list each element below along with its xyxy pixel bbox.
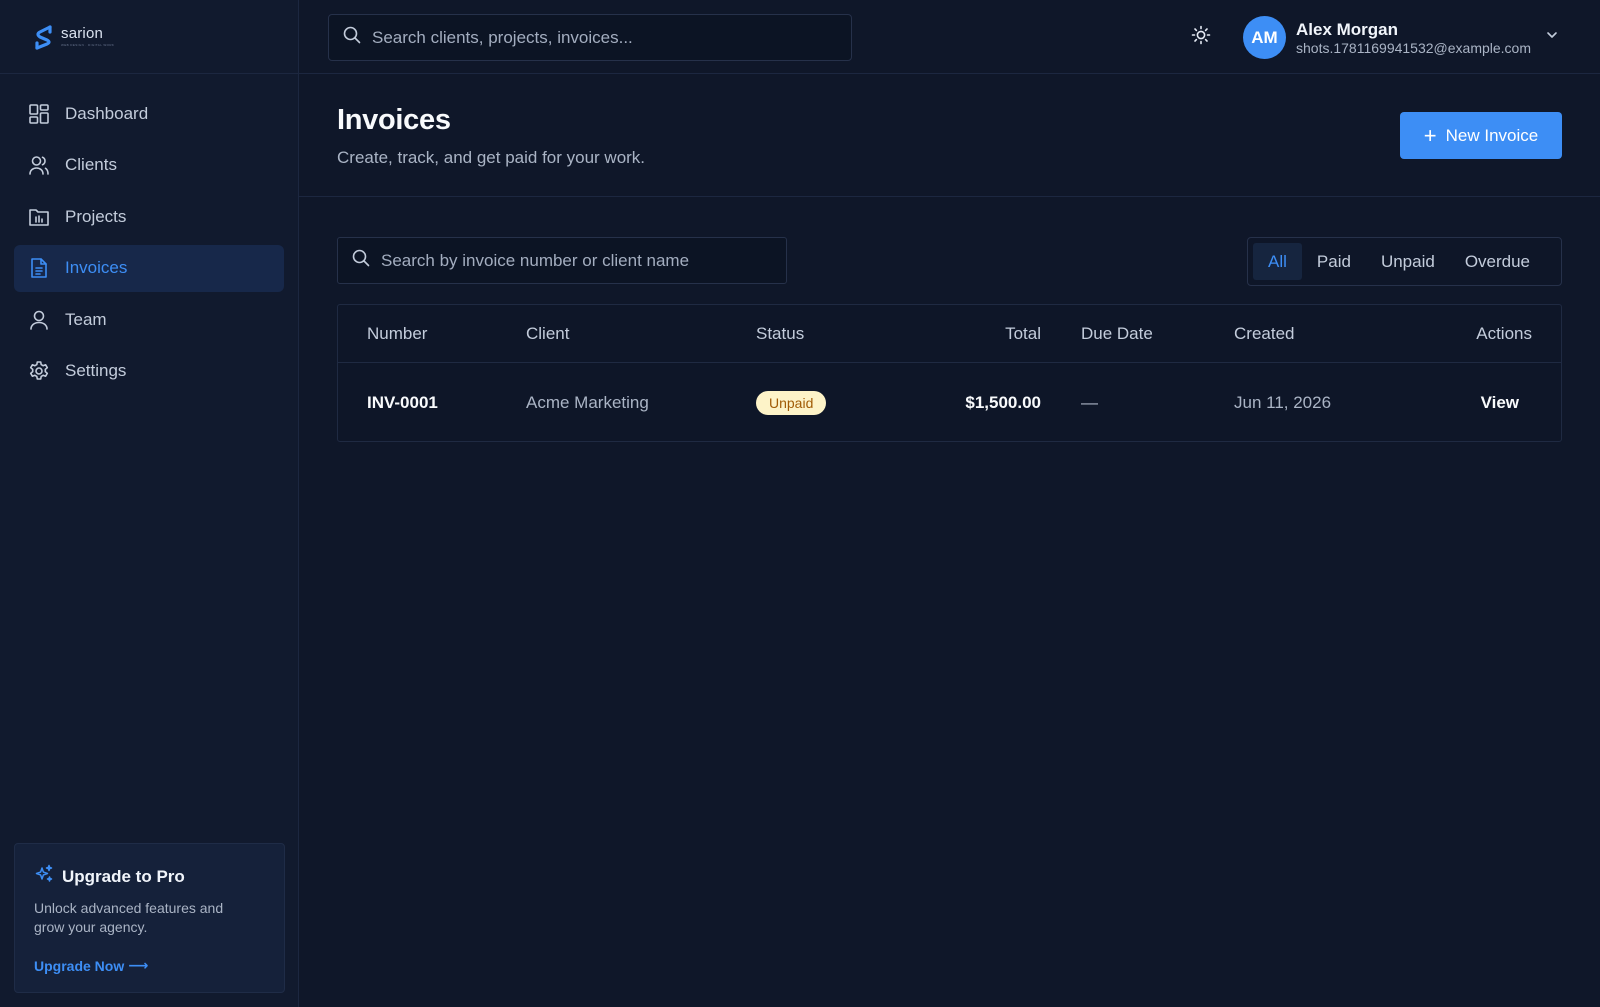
sun-icon: [1191, 25, 1211, 50]
filter-overdue[interactable]: Overdue: [1450, 243, 1545, 280]
global-search-input[interactable]: [372, 27, 812, 48]
top-bar: AM Alex Morgan shots.1781169941532@examp…: [299, 0, 1600, 74]
search-icon: [352, 249, 370, 272]
column-header-total[interactable]: Total: [1005, 305, 1041, 363]
filter-paid[interactable]: Paid: [1302, 243, 1366, 280]
invoice-client: Acme Marketing: [526, 392, 649, 412]
user-email: shots.1781169941532@example.com: [1296, 39, 1531, 56]
sidebar-item-team[interactable]: Team: [14, 296, 284, 343]
brand-tagline: WEB DESIGN · DIGITAL WORK: [61, 43, 115, 47]
avatar: AM: [1243, 16, 1286, 59]
logo-mark-icon: [35, 24, 52, 50]
invoice-search[interactable]: [337, 237, 787, 284]
sidebar-item-label: Team: [65, 309, 107, 329]
actions-cell: View: [1481, 363, 1519, 442]
invoices-table: Number Client Status Total Due Date Crea…: [337, 304, 1562, 442]
global-search[interactable]: [328, 14, 852, 61]
sidebar-item-clients[interactable]: Clients: [14, 142, 284, 189]
upgrade-card: Upgrade to Pro Unlock advanced features …: [14, 843, 285, 993]
brand-logo[interactable]: sarion WEB DESIGN · DIGITAL WORK: [0, 0, 298, 74]
sidebar-item-label: Dashboard: [65, 103, 149, 123]
theme-toggle-button[interactable]: [1190, 25, 1212, 50]
upgrade-now-link[interactable]: Upgrade Now ⟶: [34, 957, 148, 974]
sidebar-item-label: Invoices: [65, 258, 128, 277]
chevron-down-icon: [1545, 28, 1559, 47]
document-icon: [28, 257, 50, 279]
invoice-search-input[interactable]: [381, 250, 786, 271]
arrow-right-icon: ⟶: [128, 957, 149, 973]
sidebar-item-dashboard[interactable]: Dashboard: [14, 90, 284, 137]
plus-icon: +: [1423, 122, 1437, 148]
invoice-created: Jun 11, 2026: [1234, 392, 1332, 412]
filter-unpaid[interactable]: Unpaid: [1366, 243, 1450, 280]
status-cell: Unpaid: [756, 363, 827, 442]
user-icon: [28, 309, 50, 331]
main-content: Invoices Create, track, and get paid for…: [299, 74, 1600, 1007]
sparkles-icon: [34, 864, 54, 889]
gear-icon: [28, 360, 50, 382]
user-menu[interactable]: AM Alex Morgan shots.1781169941532@examp…: [1243, 16, 1559, 59]
page-header: Invoices Create, track, and get paid for…: [299, 74, 1600, 197]
column-header-due-date[interactable]: Due Date: [1081, 305, 1153, 363]
upgrade-cta-label: Upgrade Now: [34, 957, 125, 974]
brand-name: sarion: [61, 25, 104, 42]
invoice-due-date: —: [1081, 392, 1098, 412]
status-filter-tabs: All Paid Unpaid Overdue: [1247, 237, 1562, 286]
user-name: Alex Morgan: [1296, 19, 1399, 39]
column-header-client[interactable]: Client: [526, 305, 569, 363]
sidebar: sarion WEB DESIGN · DIGITAL WORK Dashboa…: [0, 0, 299, 1007]
table-row[interactable]: INV-0001 Acme Marketing Unpaid $1,500.00…: [338, 363, 1561, 442]
page-title: Invoices: [337, 104, 451, 136]
invoice-total: $1,500.00: [965, 392, 1041, 412]
invoice-number[interactable]: INV-0001: [367, 363, 438, 442]
sidebar-item-label: Projects: [65, 206, 127, 226]
sidebar-item-invoices[interactable]: Invoices: [14, 244, 284, 292]
app-root: sarion WEB DESIGN · DIGITAL WORK Dashboa…: [0, 0, 1600, 1007]
page-subtitle: Create, track, and get paid for your wor…: [337, 148, 646, 167]
sidebar-item-projects[interactable]: Projects: [14, 193, 284, 240]
folder-chart-icon: [28, 206, 50, 228]
column-header-actions: Actions: [1476, 324, 1532, 343]
column-header-created[interactable]: Created: [1234, 305, 1294, 363]
view-invoice-link[interactable]: View: [1481, 393, 1519, 413]
column-header-number[interactable]: Number: [367, 305, 427, 363]
upgrade-description: Unlock advanced features and grow your a…: [34, 900, 224, 935]
table-header: Number Client Status Total Due Date Crea…: [338, 305, 1561, 363]
upgrade-title: Upgrade to Pro: [62, 866, 185, 886]
column-header-status[interactable]: Status: [756, 305, 804, 363]
sidebar-item-label: Clients: [65, 155, 117, 174]
dashboard-icon: [28, 103, 50, 125]
status-badge: Unpaid: [756, 390, 827, 415]
users-icon: [28, 154, 50, 176]
sidebar-nav: Dashboard Clients Projects Invoices Team…: [0, 74, 298, 395]
invoice-toolbar: All Paid Unpaid Overdue: [337, 237, 1562, 286]
search-icon: [343, 26, 361, 49]
new-invoice-label: New Invoice: [1445, 125, 1539, 145]
filter-all[interactable]: All: [1253, 243, 1302, 280]
sidebar-item-settings[interactable]: Settings: [14, 348, 284, 395]
new-invoice-button[interactable]: + New Invoice: [1400, 112, 1562, 159]
sidebar-item-label: Settings: [65, 361, 127, 380]
